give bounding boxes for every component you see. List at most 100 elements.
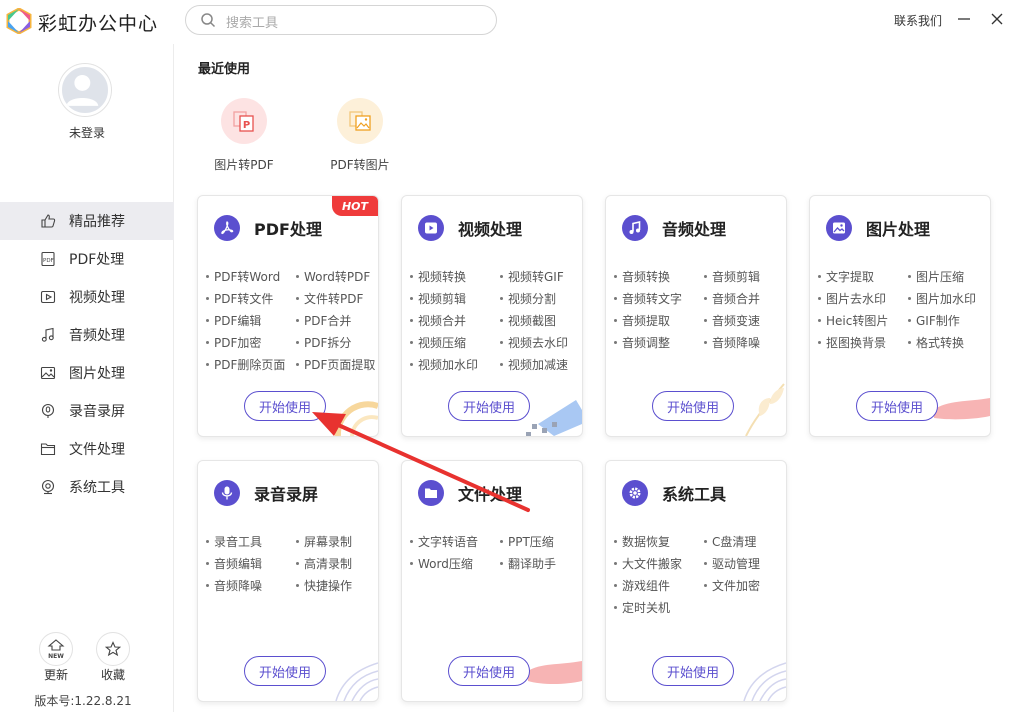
- feature-link[interactable]: 文件加密: [704, 577, 760, 594]
- search-box[interactable]: 搜索工具: [185, 5, 497, 35]
- video-play-icon: [425, 222, 437, 234]
- minimize-icon[interactable]: [956, 10, 972, 28]
- card-file: 文件处理 文字转语音 Word压缩 PPT压缩 翻译助手 开始使用: [401, 460, 583, 702]
- recent-item-image-to-pdf[interactable]: P 图片转PDF: [194, 98, 294, 173]
- feature-link[interactable]: 游戏组件: [614, 577, 670, 594]
- feature-link[interactable]: Word转PDF: [296, 268, 370, 285]
- video-icon: [40, 290, 56, 304]
- sidebar-item-file[interactable]: 文件处理: [0, 430, 174, 468]
- favorite-button[interactable]: [96, 632, 130, 666]
- feature-link[interactable]: 图片压缩: [908, 268, 964, 285]
- feature-link[interactable]: 音频调整: [614, 334, 670, 351]
- feature-link[interactable]: 大文件搬家: [614, 555, 682, 572]
- feature-link[interactable]: 格式转换: [908, 334, 964, 351]
- start-button[interactable]: 开始使用: [856, 391, 938, 421]
- feature-link[interactable]: 定时关机: [614, 599, 670, 616]
- feature-link[interactable]: 视频去水印: [500, 334, 568, 351]
- feature-link[interactable]: 录音工具: [206, 533, 262, 550]
- feature-link[interactable]: 高清录制: [296, 555, 352, 572]
- feature-link[interactable]: 图片加水印: [908, 290, 976, 307]
- avatar[interactable]: [59, 64, 111, 116]
- feature-link[interactable]: Word压缩: [410, 555, 473, 572]
- start-button[interactable]: 开始使用: [652, 391, 734, 421]
- feature-link[interactable]: 快捷操作: [296, 577, 352, 594]
- monitor-icon: [41, 479, 55, 495]
- start-button[interactable]: 开始使用: [448, 656, 530, 686]
- feature-link[interactable]: 音频变速: [704, 312, 760, 329]
- feature-link[interactable]: 视频转换: [410, 268, 466, 285]
- card-title: PDF处理: [254, 220, 322, 239]
- feature-link[interactable]: 音频转文字: [614, 290, 682, 307]
- search-input[interactable]: 搜索工具: [226, 12, 278, 31]
- feature-link[interactable]: 音频降噪: [206, 577, 262, 594]
- feature-link[interactable]: C盘清理: [704, 533, 756, 550]
- feature-link[interactable]: GIF制作: [908, 312, 960, 329]
- feature-link[interactable]: 视频压缩: [410, 334, 466, 351]
- decoration-lines-icon: [743, 662, 786, 701]
- start-button[interactable]: 开始使用: [652, 656, 734, 686]
- feature-link[interactable]: PDF删除页面: [206, 356, 285, 373]
- feature-link[interactable]: 屏幕录制: [296, 533, 352, 550]
- feature-link[interactable]: 音频转换: [614, 268, 670, 285]
- card-title: 文件处理: [458, 485, 523, 504]
- music-note-icon: [629, 220, 641, 234]
- feature-link[interactable]: 音频剪辑: [704, 268, 760, 285]
- close-icon[interactable]: [988, 10, 1006, 28]
- contact-us-link[interactable]: 联系我们: [894, 12, 942, 29]
- feature-link[interactable]: 文件转PDF: [296, 290, 363, 307]
- feature-link[interactable]: 数据恢复: [614, 533, 670, 550]
- sidebar-item-pdf[interactable]: PDF PDF处理: [0, 240, 174, 278]
- feature-link[interactable]: 视频合并: [410, 312, 466, 329]
- feature-link[interactable]: PDF转文件: [206, 290, 273, 307]
- recent-item-label: 图片转PDF: [214, 158, 274, 172]
- feature-link[interactable]: PDF转Word: [206, 268, 280, 285]
- feature-link[interactable]: PDF编辑: [206, 312, 261, 329]
- sidebar-item-label: 文件处理: [69, 442, 125, 458]
- feature-link[interactable]: 图片去水印: [818, 290, 886, 307]
- sidebar-item-record[interactable]: 录音录屏: [0, 392, 174, 430]
- search-icon: [201, 13, 216, 28]
- sidebar-item-audio[interactable]: 音频处理: [0, 316, 174, 354]
- feature-link[interactable]: 驱动管理: [704, 555, 760, 572]
- card-title: 录音录屏: [254, 485, 319, 504]
- feature-link[interactable]: Heic转图片: [818, 312, 888, 329]
- feature-link[interactable]: 视频加水印: [410, 356, 478, 373]
- feature-link[interactable]: 音频提取: [614, 312, 670, 329]
- feature-link[interactable]: 翻译助手: [500, 555, 556, 572]
- feature-link[interactable]: 视频分割: [500, 290, 556, 307]
- hot-badge: HOT: [332, 196, 378, 216]
- image-to-pdf-icon: P: [233, 111, 254, 132]
- feature-link[interactable]: 音频降噪: [704, 334, 760, 351]
- login-status[interactable]: 未登录: [0, 124, 174, 141]
- sidebar-item-video[interactable]: 视频处理: [0, 278, 174, 316]
- feature-link[interactable]: 视频截图: [500, 312, 556, 329]
- sidebar-item-image[interactable]: 图片处理: [0, 354, 174, 392]
- start-button[interactable]: 开始使用: [448, 391, 530, 421]
- sidebar-item-system[interactable]: 系统工具: [0, 468, 174, 506]
- feature-link[interactable]: 音频编辑: [206, 555, 262, 572]
- decoration-leaf-icon: [745, 383, 785, 436]
- recent-item-pdf-to-image[interactable]: PDF转图片: [310, 98, 410, 173]
- sidebar-item-label: PDF处理: [69, 252, 125, 268]
- start-button[interactable]: 开始使用: [244, 656, 326, 686]
- decoration-arc-icon: [334, 401, 378, 436]
- feature-link[interactable]: 视频加减速: [500, 356, 568, 373]
- feature-link[interactable]: PDF加密: [206, 334, 261, 351]
- feature-link[interactable]: 视频转GIF: [500, 268, 564, 285]
- feature-link[interactable]: 文字转语音: [410, 533, 478, 550]
- feature-link[interactable]: PDF拆分: [296, 334, 351, 351]
- acrobat-icon: [221, 221, 234, 235]
- sidebar-item-label: 视频处理: [69, 290, 125, 306]
- start-button[interactable]: 开始使用: [244, 391, 326, 421]
- sidebar-item-recommended[interactable]: 精品推荐: [0, 202, 174, 240]
- update-button[interactable]: NEW: [39, 632, 73, 666]
- feature-link[interactable]: 文字提取: [818, 268, 874, 285]
- feature-link[interactable]: PPT压缩: [500, 533, 554, 550]
- image-icon: [833, 222, 845, 234]
- feature-link[interactable]: 音频合并: [704, 290, 760, 307]
- feature-link[interactable]: 抠图换背景: [818, 334, 886, 351]
- feature-link[interactable]: 视频剪辑: [410, 290, 466, 307]
- feature-link[interactable]: PDF合并: [296, 312, 351, 329]
- feature-link[interactable]: PDF页面提取: [296, 356, 375, 373]
- card-audio: 音频处理 音频转换 音频转文字 音频提取 音频调整 音频剪辑 音频合并 音频变速…: [605, 195, 787, 437]
